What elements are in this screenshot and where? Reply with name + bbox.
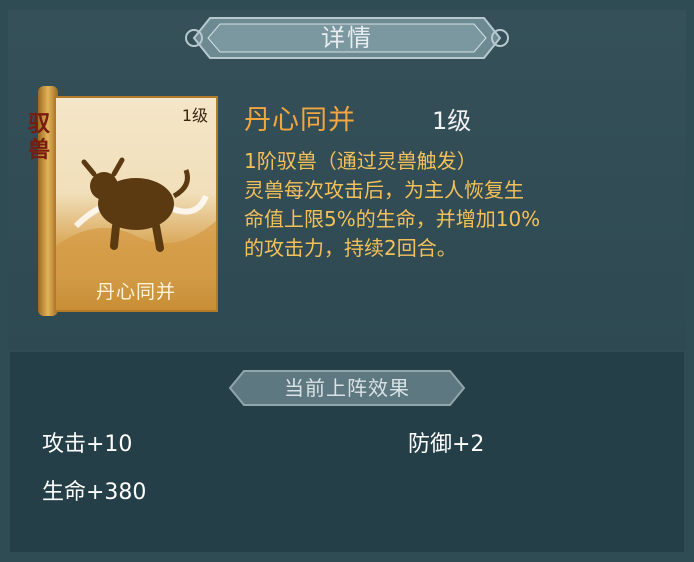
title-plate: 详情 bbox=[180, 8, 514, 68]
skill-desc-line: 的攻击力，持续2回合。 bbox=[244, 236, 457, 260]
ox-beast-icon bbox=[56, 157, 216, 276]
skill-desc-line: 命值上限5%的生命，并增加10% bbox=[244, 207, 541, 231]
stat-defense: 防御+2 bbox=[408, 432, 485, 457]
skill-description: 灵兽每次攻击后，为主人恢复生 命值上限5%的生命，并增加10% 的攻击力，持续2… bbox=[244, 176, 674, 263]
card-level: 1级 bbox=[181, 106, 208, 125]
effects-title: 当前上阵效果 bbox=[284, 376, 410, 400]
skill-card[interactable]: 1级 丹心同并 bbox=[54, 96, 218, 312]
detail-panel: 详情 1级 丹心同并 驭兽 丹心同并 1级 1阶驭兽（通过灵兽触发） 灵兽每次攻… bbox=[0, 0, 694, 562]
stat-hp: 生命+380 bbox=[42, 480, 147, 505]
stat-attack: 攻击+10 bbox=[42, 432, 133, 457]
skill-name: 丹心同并 bbox=[244, 105, 356, 136]
skill-desc-line: 灵兽每次攻击后，为主人恢复生 bbox=[244, 178, 524, 202]
card-name: 丹心同并 bbox=[95, 281, 176, 303]
skill-level: 1级 bbox=[432, 107, 472, 135]
page-title: 详情 bbox=[321, 24, 373, 52]
card-type-tag: 驭兽 bbox=[27, 112, 50, 163]
effects-title-plate: 当前上阵效果 bbox=[224, 365, 470, 411]
skill-subtitle: 1阶驭兽（通过灵兽触发） bbox=[244, 149, 477, 173]
